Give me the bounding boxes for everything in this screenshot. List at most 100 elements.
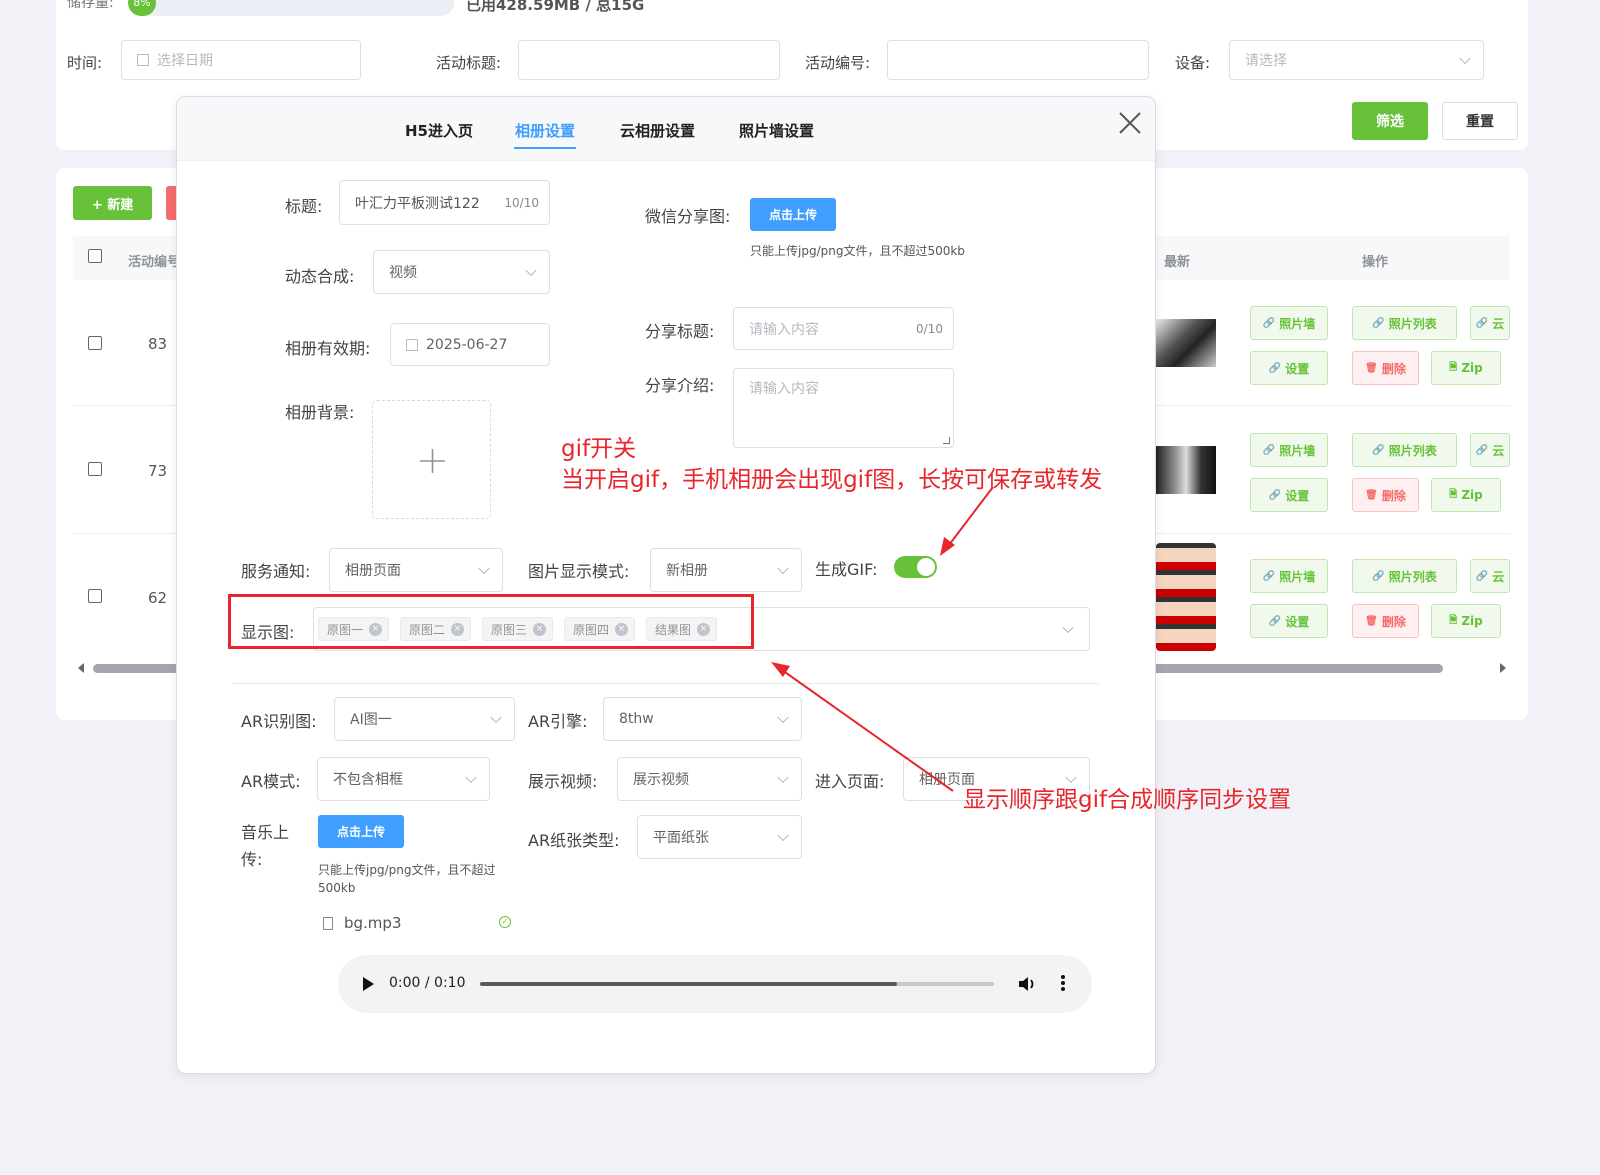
gif-toggle[interactable] <box>894 556 937 578</box>
settings-button[interactable]: 🔗 设置 <box>1250 604 1328 638</box>
op-label: 删除 <box>1381 614 1406 629</box>
op-label: 照片列表 <box>1388 443 1437 458</box>
music-label-line2: 传: <box>241 850 263 869</box>
share-desc-textarea[interactable]: 请输入内容 <box>733 368 954 448</box>
link-icon: 🔗 <box>1475 444 1489 456</box>
op-label: 云 <box>1492 443 1505 458</box>
device-select[interactable]: 请选择 <box>1229 40 1484 80</box>
annotation-gif-desc: 当开启gif，手机相册会出现gif图，长按可保存或转发 <box>561 467 1103 493</box>
volume-icon[interactable] <box>1018 975 1038 993</box>
cloud-button[interactable]: 🔗 云 <box>1470 559 1510 593</box>
date-picker[interactable]: 选择日期 <box>121 40 361 80</box>
annotation-gif-title: gif开关 <box>561 436 637 462</box>
notify-select[interactable]: 相册页面 <box>329 548 503 592</box>
op-label: 云 <box>1492 316 1505 331</box>
zip-button[interactable]: 🗎 Zip <box>1431 478 1501 512</box>
op-label: 照片墙 <box>1279 316 1316 331</box>
tab-photo-wall[interactable]: 照片墙设置 <box>739 120 814 141</box>
background-uploader[interactable] <box>372 400 491 519</box>
photo-list-button[interactable]: 🔗 照片列表 <box>1352 306 1457 340</box>
cloud-button[interactable]: 🔗 云 <box>1470 306 1510 340</box>
chevron-down-icon <box>777 562 789 575</box>
title-label: 标题: <box>285 197 323 216</box>
ar-mode-select[interactable]: 不包含相框 <box>317 757 490 801</box>
chevron-down-icon <box>777 829 789 842</box>
filter-button[interactable]: 筛选 <box>1352 102 1428 140</box>
select-all-checkbox[interactable] <box>88 249 102 263</box>
op-label: 删除 <box>1381 488 1406 503</box>
divider <box>233 683 1099 684</box>
more-options-icon[interactable] <box>1061 974 1065 992</box>
row-id: 73 <box>148 462 168 480</box>
ar-image-select[interactable]: AI图一 <box>334 697 515 741</box>
paper-type-select[interactable]: 平面纸张 <box>637 815 802 859</box>
delete-button[interactable]: 🗑 删除 <box>1352 478 1419 512</box>
audio-progress-track[interactable] <box>480 982 994 986</box>
settings-button[interactable]: 🔗 设置 <box>1250 351 1328 385</box>
new-button[interactable]: + 新建 <box>73 186 152 220</box>
link-icon: 🔗 <box>1372 570 1385 582</box>
chevron-down-icon <box>1459 52 1471 65</box>
photo-wall-button[interactable]: 🔗 照片墙 <box>1250 559 1328 593</box>
background-label: 相册背景: <box>285 403 355 422</box>
tab-cloud-album[interactable]: 云相册设置 <box>620 120 695 141</box>
notify-label: 服务通知: <box>241 562 311 581</box>
link-icon: 🔗 <box>1372 444 1385 456</box>
link-icon: 🔗 <box>1268 362 1282 374</box>
display-mode-select[interactable]: 新相册 <box>650 548 802 592</box>
wechat-share-label: 微信分享图: <box>645 207 731 226</box>
delete-button[interactable]: 🗑 删除 <box>1352 604 1419 638</box>
music-file-name[interactable]: bg.mp3 <box>344 914 402 932</box>
wechat-upload-button[interactable]: 点击上传 <box>750 198 836 231</box>
music-upload-button[interactable]: 点击上传 <box>318 815 404 848</box>
cloud-button[interactable]: 🔗 云 <box>1470 433 1510 467</box>
document-icon <box>323 917 333 930</box>
scroll-left-arrow[interactable] <box>78 663 84 673</box>
zip-button[interactable]: 🗎 Zip <box>1431 604 1501 638</box>
chevron-down-icon <box>525 264 537 277</box>
photo-list-button[interactable]: 🔗 照片列表 <box>1352 559 1457 593</box>
device-filter-label: 设备: <box>1175 54 1211 72</box>
close-icon[interactable] <box>1117 110 1143 136</box>
id-filter-input[interactable] <box>887 40 1149 80</box>
play-icon[interactable] <box>363 977 374 991</box>
tab-album-settings[interactable]: 相册设置 <box>515 120 575 141</box>
scroll-right-arrow[interactable] <box>1500 663 1506 673</box>
row-checkbox[interactable] <box>88 462 102 476</box>
dynamic-select[interactable]: 视频 <box>373 250 550 294</box>
row-id: 62 <box>148 589 168 607</box>
storage-label: 储存量: <box>67 0 114 11</box>
settings-button[interactable]: 🔗 设置 <box>1250 478 1328 512</box>
photo-list-button[interactable]: 🔗 照片列表 <box>1352 433 1457 467</box>
photo-wall-button[interactable]: 🔗 照片墙 <box>1250 306 1328 340</box>
resize-handle-icon[interactable] <box>943 437 950 444</box>
link-icon: 🔗 <box>1475 570 1489 582</box>
ar-engine-select[interactable]: 8thw <box>603 697 802 741</box>
share-title-label: 分享标题: <box>645 322 715 341</box>
video-select[interactable]: 展示视频 <box>617 757 802 801</box>
enter-page-label: 进入页面: <box>815 772 885 791</box>
audio-time: 0:00 / 0:10 <box>389 975 466 991</box>
file-icon: 🗎 <box>1449 361 1458 373</box>
paper-type-label: AR纸张类型: <box>528 831 620 850</box>
row-checkbox[interactable] <box>88 589 102 603</box>
delete-button[interactable]: 🗑 删除 <box>1352 351 1419 385</box>
share-title-input[interactable]: 请输入内容 0/10 <box>733 307 954 350</box>
plus-icon <box>420 449 445 473</box>
audio-buffered <box>480 982 897 986</box>
op-label: Zip <box>1461 614 1483 628</box>
expiry-date-picker[interactable]: 2025-06-27 <box>390 323 550 366</box>
trash-icon: 🗑 <box>1365 362 1378 374</box>
chevron-down-icon <box>465 771 477 784</box>
zip-button[interactable]: 🗎 Zip <box>1431 351 1501 385</box>
op-label: 云 <box>1492 569 1505 584</box>
share-desc-label: 分享介绍: <box>645 376 715 395</box>
tab-h5-entry[interactable]: H5进入页 <box>405 120 473 141</box>
op-label: Zip <box>1461 488 1483 502</box>
photo-wall-button[interactable]: 🔗 照片墙 <box>1250 433 1328 467</box>
title-filter-input[interactable] <box>518 40 780 80</box>
calendar-icon <box>406 338 418 351</box>
row-checkbox[interactable] <box>88 336 102 350</box>
reset-button[interactable]: 重置 <box>1442 102 1518 140</box>
title-input[interactable]: 叶汇力平板测试122 10/10 <box>339 180 550 225</box>
